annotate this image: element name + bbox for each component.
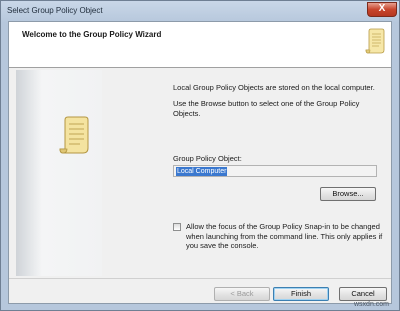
allow-focus-checkbox[interactable] (173, 223, 181, 231)
scroll-icon (365, 28, 385, 54)
footer-divider (9, 278, 391, 279)
gpo-label: Group Policy Object: (173, 154, 242, 163)
gpo-field[interactable]: Local Computer (173, 165, 377, 177)
close-button[interactable]: X (367, 2, 397, 17)
scroll-icon (59, 116, 89, 154)
browse-button[interactable]: Browse... (320, 187, 376, 201)
gpo-value: Local Computer (176, 167, 228, 176)
info-text-browse: Use the Browse button to select one of t… (173, 99, 360, 118)
allow-focus-label[interactable]: Allow the focus of the Group Policy Snap… (186, 222, 386, 251)
finish-button[interactable]: Finish (273, 287, 329, 301)
window-title: Select Group Policy Object (7, 6, 103, 15)
wizard-body: Welcome to the Group Policy Wizard Local… (8, 21, 392, 304)
dialog-window: Select Group Policy Object X Welcome to … (0, 0, 400, 311)
watermark: wsxdn.com (354, 301, 390, 308)
close-icon: X (378, 3, 386, 14)
back-button[interactable]: < Back (214, 287, 270, 301)
wizard-header: Welcome to the Group Policy Wizard (9, 22, 391, 68)
wizard-side-panel (16, 70, 102, 276)
cancel-button[interactable]: Cancel (339, 287, 387, 301)
info-text-storage: Local Group Policy Objects are stored on… (173, 83, 375, 92)
title-bar[interactable]: Select Group Policy Object X (1, 1, 399, 21)
wizard-title: Welcome to the Group Policy Wizard (22, 30, 162, 39)
